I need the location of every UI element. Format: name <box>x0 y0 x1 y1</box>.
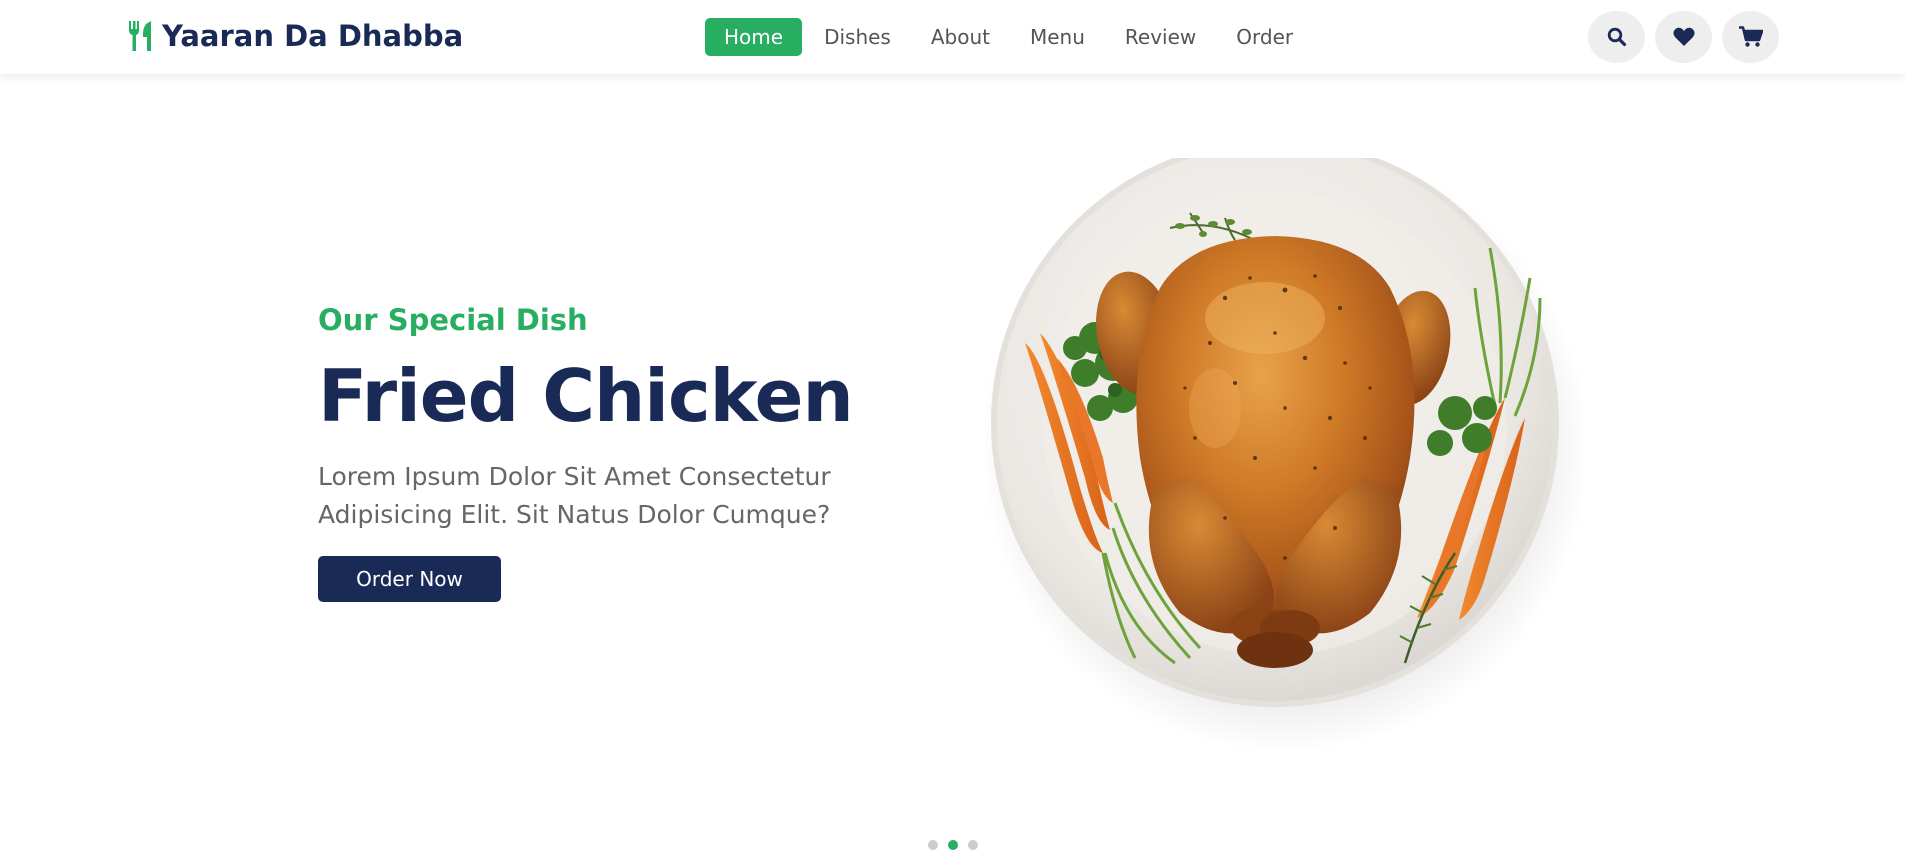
slide-dot-active[interactable] <box>948 840 958 850</box>
nav-review[interactable]: Review <box>1105 18 1216 56</box>
nav-dishes[interactable]: Dishes <box>804 18 911 56</box>
slide-dot[interactable] <box>968 840 978 850</box>
nav-menu[interactable]: Menu <box>1010 18 1105 56</box>
hero-subtitle: Our Special Dish <box>318 303 588 337</box>
cart-icon <box>1738 26 1763 47</box>
utensils-icon <box>129 21 152 51</box>
hero-title: Fried Chicken <box>318 354 854 438</box>
slide-dot[interactable] <box>928 840 938 850</box>
brand-logo[interactable]: Yaaran Da Dhabba <box>128 18 463 54</box>
hero-description: Lorem Ipsum Dolor Sit Amet Consectetur A… <box>318 462 831 529</box>
search-icon <box>1607 27 1626 47</box>
main-nav: Home Dishes About Menu Review Order <box>705 18 1313 56</box>
order-now-button[interactable]: Order Now <box>318 556 501 602</box>
dish-image <box>980 139 1590 758</box>
nav-home[interactable]: Home <box>705 18 803 56</box>
site-header: Yaaran Da Dhabba Home Dishes About Menu … <box>0 0 1905 74</box>
brand-name: Yaaran Da Dhabba <box>162 19 464 53</box>
cart-button[interactable] <box>1722 11 1779 63</box>
roast-chicken-illustration <box>980 139 1590 753</box>
header-icons <box>1588 11 1779 63</box>
heart-icon <box>1672 27 1695 46</box>
nav-about[interactable]: About <box>911 18 1010 56</box>
nav-order[interactable]: Order <box>1216 18 1313 56</box>
slider-pagination <box>928 840 978 850</box>
search-button[interactable] <box>1588 11 1645 63</box>
hero-content: Our Special Dish Fried Chicken Lorem Ips… <box>318 300 938 602</box>
wishlist-button[interactable] <box>1655 11 1712 63</box>
